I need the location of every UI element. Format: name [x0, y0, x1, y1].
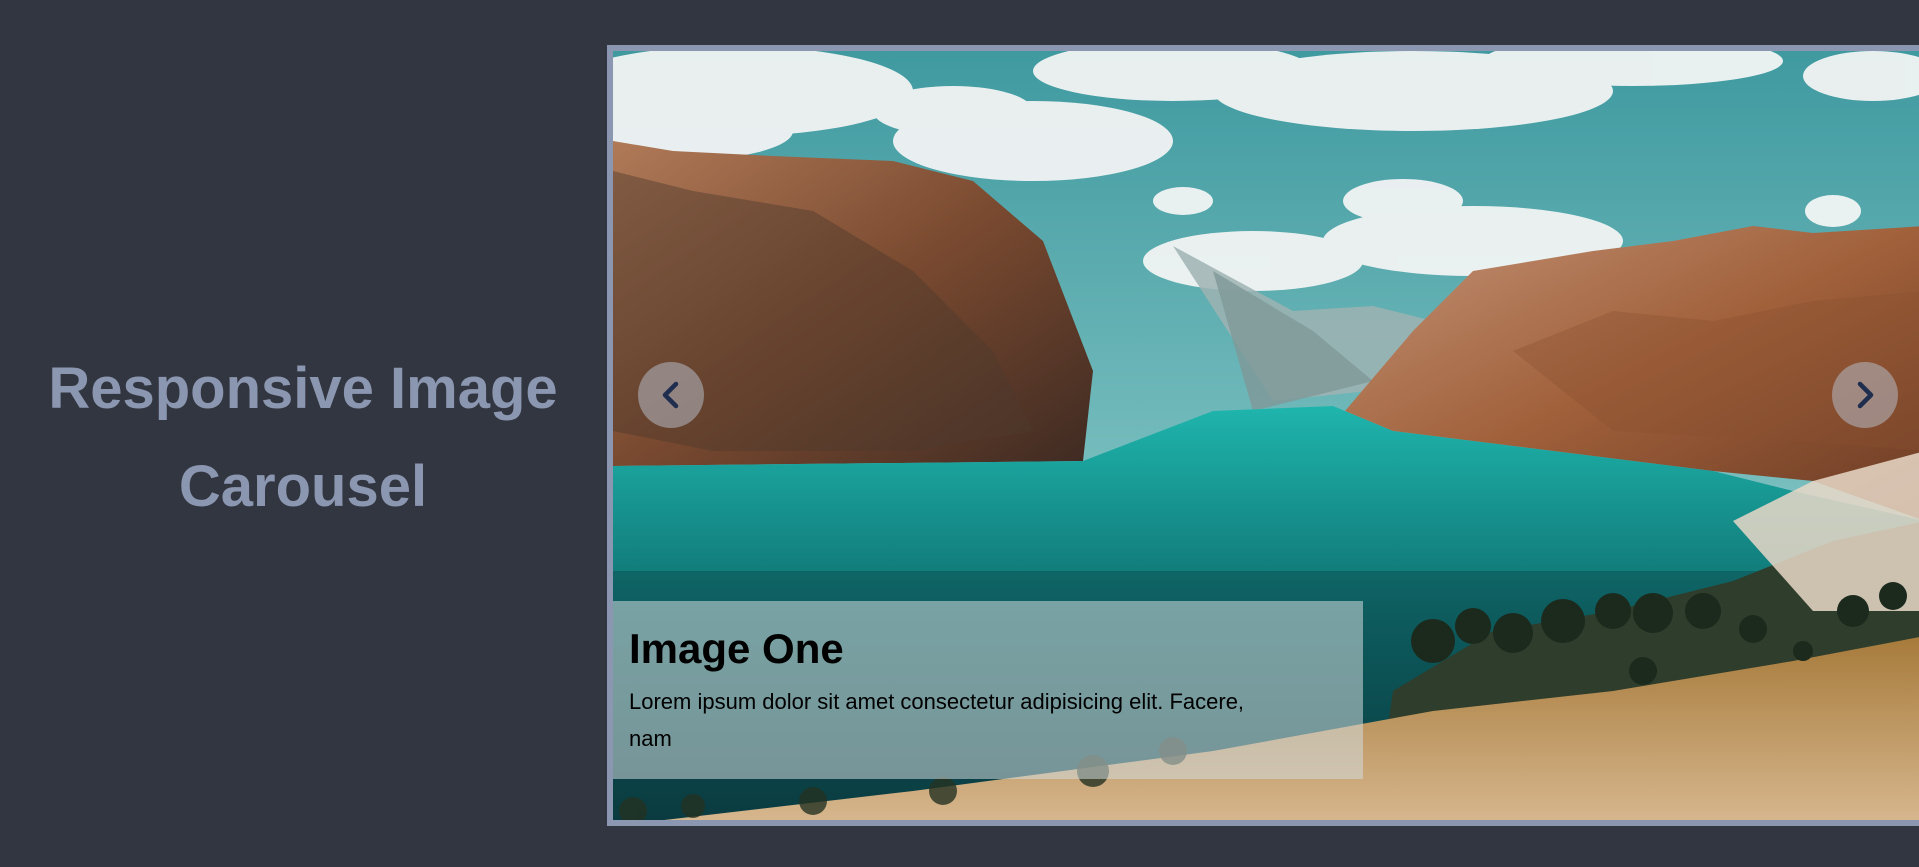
- slide-caption: Image One Lorem ipsum dolor sit amet con…: [613, 601, 1363, 779]
- chevron-right-icon: [1857, 381, 1874, 409]
- slide-description-line-1: Lorem ipsum dolor sit amet consectetur a…: [629, 689, 1245, 714]
- chevron-left-icon: [662, 381, 679, 409]
- slide-title: Image One: [629, 625, 844, 672]
- page-title: Responsive Image Carousel: [0, 340, 606, 536]
- page-title-line-1: Responsive Image: [48, 356, 558, 421]
- next-slide-button[interactable]: [1832, 362, 1898, 428]
- image-carousel: Image One Lorem ipsum dolor sit amet con…: [607, 45, 1919, 826]
- page: Responsive Image Carousel Image One Lore…: [0, 0, 1919, 867]
- previous-slide-button[interactable]: [638, 362, 704, 428]
- page-title-line-2: Carousel: [178, 454, 428, 519]
- slide-description: Lorem ipsum dolor sit amet consectetur a…: [629, 683, 1339, 757]
- page-heading: Responsive Image Carousel: [0, 340, 606, 536]
- slide-description-line-2: nam: [629, 726, 672, 751]
